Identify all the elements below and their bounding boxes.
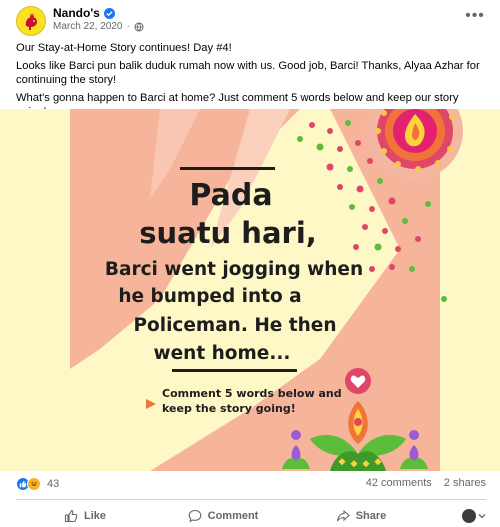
- like-label[interactable]: Like: [84, 510, 106, 522]
- shares-count[interactable]: 2 shares: [444, 477, 486, 489]
- laugh-reaction-icon: [27, 477, 41, 491]
- post-actions: Like Comment Share: [16, 505, 486, 527]
- story-graphic: Pada suatu hari, Barci went jogging when…: [0, 109, 500, 471]
- top-rule: [180, 167, 275, 170]
- comments-count[interactable]: 42 comments: [366, 477, 432, 489]
- bottom-rule: [172, 369, 297, 372]
- share-audience-selector[interactable]: [430, 505, 486, 527]
- post-stats: 43 42 comments 2 shares: [16, 477, 486, 493]
- post-date[interactable]: March 22, 2020: [53, 21, 123, 32]
- post-image[interactable]: Pada suatu hari, Barci went jogging when…: [0, 109, 500, 471]
- post-meta: March 22, 2020 ·: [53, 21, 144, 32]
- comment-label[interactable]: Comment: [208, 510, 259, 522]
- story-line-2: he bumped into a: [118, 286, 301, 307]
- post-header: Nando's March 22, 2020 · •••: [16, 6, 486, 36]
- heart-badge-icon: [345, 368, 371, 394]
- globe-icon: [134, 22, 144, 31]
- meta-dot: ·: [126, 21, 130, 32]
- headline-line-1: Pada: [189, 178, 272, 213]
- page-name-text[interactable]: Nando's: [53, 6, 100, 20]
- share-button[interactable]: Share: [292, 505, 430, 527]
- cta-line-1: Comment 5 words below and: [162, 387, 342, 400]
- page-name[interactable]: Nando's: [53, 6, 115, 20]
- post-text-line-2: Looks like Barci pun balik duduk rumah n…: [16, 60, 480, 86]
- engagement-counts: 42 comments 2 shares: [366, 477, 486, 489]
- chevron-down-icon: [478, 514, 486, 519]
- facebook-post: Nando's March 22, 2020 · ••• Our Stay-at…: [0, 0, 500, 523]
- verified-badge-icon: [103, 7, 115, 19]
- share-label[interactable]: Share: [356, 510, 387, 522]
- story-line-1: Barci went jogging when: [105, 259, 363, 280]
- story-line-3: Policeman. He then: [133, 315, 336, 336]
- cta-line-2: keep the story going!: [162, 402, 296, 415]
- more-options-icon[interactable]: •••: [464, 7, 486, 24]
- reaction-count[interactable]: 43: [47, 478, 59, 490]
- headline-line-2: suatu hari,: [139, 216, 317, 250]
- page-avatar[interactable]: [16, 6, 46, 36]
- story-line-4: went home...: [154, 343, 291, 364]
- comment-button[interactable]: Comment: [154, 505, 292, 527]
- rooster-logo-icon: [25, 13, 37, 30]
- like-button[interactable]: Like: [16, 505, 154, 527]
- actions-divider: [16, 499, 486, 500]
- reactions-summary[interactable]: 43: [16, 477, 59, 491]
- post-text-line-1: Our Stay-at-Home Story continues! Day #4…: [16, 42, 232, 54]
